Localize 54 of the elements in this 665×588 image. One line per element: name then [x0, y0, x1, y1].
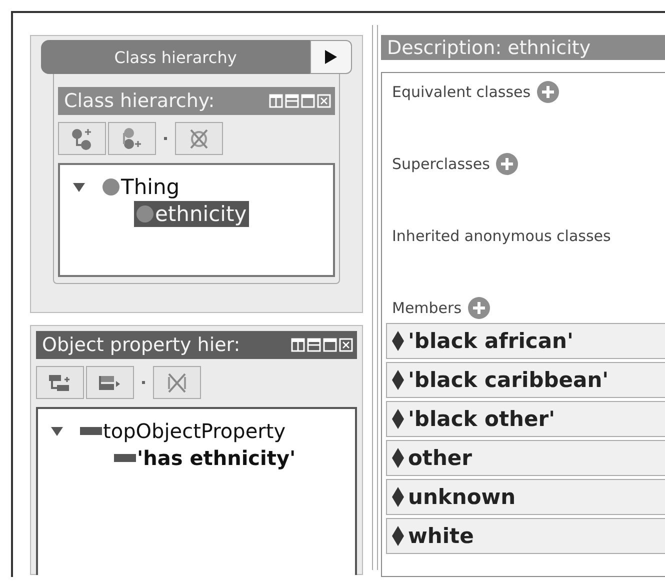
section-label: Members — [392, 298, 462, 319]
section-label: Inherited anonymous classes — [392, 226, 611, 247]
property-bar-icon — [80, 426, 102, 436]
add-icon[interactable] — [496, 153, 518, 175]
member-row[interactable]: unknown — [386, 479, 665, 515]
view-title: Class hierarchy: — [64, 90, 215, 112]
split-horizontal-icon[interactable] — [291, 338, 305, 352]
member-row[interactable]: white — [386, 518, 665, 554]
member-label: 'black african' — [408, 329, 574, 353]
delete-class-button[interactable] — [175, 122, 223, 155]
individual-diamond-icon — [392, 448, 404, 468]
expanded-triangle-icon[interactable] — [72, 180, 86, 192]
member-row[interactable]: 'black caribbean' — [386, 362, 665, 398]
add-sibling-property-button[interactable] — [86, 366, 134, 399]
class-circle-icon — [136, 204, 154, 222]
member-row[interactable]: 'black african' — [386, 323, 665, 359]
play-arrow-icon — [324, 49, 338, 65]
delete-property-button[interactable] — [153, 366, 201, 399]
member-row[interactable]: other — [386, 440, 665, 476]
split-horizontal-icon[interactable] — [269, 94, 283, 108]
close-icon[interactable] — [339, 338, 353, 352]
section-label: Equivalent classes — [392, 82, 531, 103]
member-row[interactable]: 'black other' — [386, 401, 665, 437]
maximize-icon[interactable] — [301, 94, 315, 108]
add-icon[interactable] — [536, 81, 559, 103]
tree-item[interactable]: topObjectProperty — [103, 418, 286, 442]
member-label: white — [408, 524, 474, 548]
add-subclass-button[interactable] — [58, 122, 106, 155]
view-tab[interactable]: Class hierarchy — [41, 40, 310, 74]
class-circle-icon — [102, 178, 120, 196]
property-bar-icon — [114, 452, 136, 462]
add-subproperty-button[interactable] — [36, 366, 84, 399]
individual-diamond-icon — [392, 409, 404, 429]
close-icon[interactable] — [317, 94, 331, 108]
individual-diamond-icon — [392, 487, 404, 507]
member-label: other — [408, 446, 472, 470]
add-icon[interactable] — [468, 297, 490, 319]
section-label: Superclasses — [392, 154, 490, 175]
maximize-icon[interactable] — [323, 338, 337, 352]
split-vertical-icon[interactable] — [285, 94, 299, 108]
tree-item[interactable]: Thing — [121, 174, 180, 198]
next-button[interactable] — [310, 40, 352, 74]
individual-diamond-icon — [392, 370, 404, 390]
individual-diamond-icon — [392, 526, 404, 546]
expanded-triangle-icon[interactable] — [50, 424, 64, 436]
tree-item[interactable]: 'has ethnicity' — [137, 446, 296, 470]
split-vertical-icon[interactable] — [307, 338, 321, 352]
view-title: Object property hier: — [42, 334, 240, 356]
member-label: 'black other' — [408, 407, 555, 431]
add-sibling-button[interactable] — [108, 122, 156, 155]
member-label: 'black caribbean' — [408, 368, 609, 392]
view-title: Description: ethnicity — [387, 36, 591, 58]
member-label: unknown — [408, 485, 516, 509]
individual-diamond-icon — [392, 331, 404, 351]
